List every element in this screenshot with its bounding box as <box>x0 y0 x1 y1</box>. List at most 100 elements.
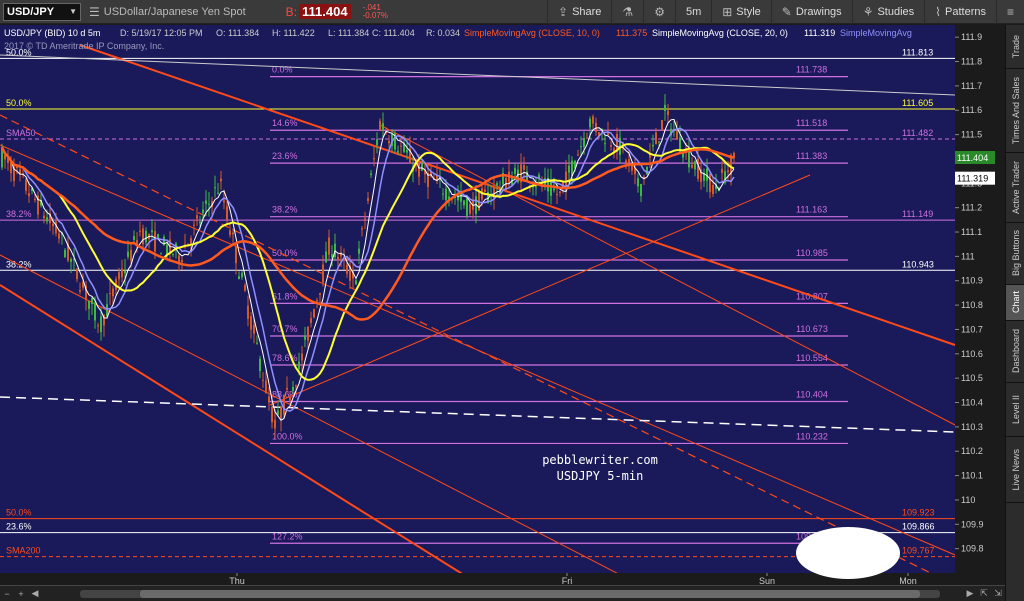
zoom-in-icon[interactable]: + <box>14 587 28 601</box>
candle-body <box>280 407 282 420</box>
menu-icon[interactable]: ☰ <box>89 5 100 19</box>
candle-body <box>322 264 324 283</box>
side-tab-times-and-sales[interactable]: Times And Sales <box>1006 69 1024 153</box>
sma20-value: 111.319 <box>804 28 835 38</box>
candle-body <box>628 159 630 163</box>
expand-icon[interactable]: ⇱ <box>977 587 991 601</box>
drawings-button[interactable]: ✎ Drawings <box>770 0 852 24</box>
candle-body <box>727 170 729 173</box>
candle-body <box>370 173 372 175</box>
candle-body <box>28 193 30 197</box>
candle-body <box>553 188 555 191</box>
price-tick-label: 109.9 <box>961 519 984 529</box>
price-chart-canvas[interactable]: 0.0% 111.73814.6% 111.51823.6% 111.38338.2%… <box>0 25 1005 585</box>
side-tab-dashboard[interactable]: Dashboard <box>1006 321 1024 383</box>
side-tab-trade[interactable]: Trade <box>1006 25 1024 69</box>
price-axis: 111.9111.8111.7111.6111.5111.4111.3111.2… <box>955 25 1005 585</box>
candle-body <box>484 189 486 193</box>
side-tab-label: Dashboard <box>1010 329 1021 374</box>
chart-toolbar: USD/JPY ▼ ☰ USDollar/Japanese Yen Spot B… <box>0 0 1024 24</box>
candle-body <box>199 221 201 224</box>
candle-body <box>91 297 93 305</box>
candle-body <box>220 178 222 182</box>
side-tab-big-buttons[interactable]: Big Buttons <box>1006 223 1024 285</box>
level-price-label: 109.767 <box>902 546 935 556</box>
candle-body <box>313 309 315 318</box>
price-tick-label: 111.7 <box>961 81 982 91</box>
candle-body <box>208 203 210 205</box>
side-tab-level-ii[interactable]: Level II <box>1006 383 1024 437</box>
sma-more-label: SimpleMovingAvg <box>840 28 912 38</box>
studies-button[interactable]: ⚘ Studies <box>851 0 924 24</box>
candle-body <box>568 165 570 173</box>
fib-percent-label: 70.7% <box>272 324 298 334</box>
bid-price: 111.404 <box>299 4 351 19</box>
level-price-label: 111.149 <box>902 209 933 219</box>
price-tick-label: 110 <box>961 495 975 505</box>
candle-body <box>469 204 471 214</box>
candle-body <box>376 139 378 146</box>
side-tab-label: Chart <box>1010 291 1021 314</box>
timeframe-button[interactable]: 5m <box>674 0 711 24</box>
candle-body <box>139 230 141 232</box>
candle-body <box>658 141 660 143</box>
price-tick-label: 110.9 <box>961 276 983 286</box>
candle-body <box>652 144 654 147</box>
candle-body <box>226 206 228 220</box>
fib-percent-label: 14.6% <box>272 118 298 128</box>
candle-body <box>319 293 321 295</box>
candle-body <box>130 249 132 261</box>
candle-body <box>70 258 72 262</box>
candle-body <box>214 187 216 189</box>
sma20-label: SimpleMovingAvg (CLOSE, 20, 0) <box>652 28 788 38</box>
candle-body <box>301 353 303 361</box>
scroll-right-icon[interactable]: ▶ <box>963 587 977 601</box>
candle-body <box>442 193 444 195</box>
candle-body <box>145 230 147 243</box>
candle-body <box>559 191 561 194</box>
candle-body <box>283 394 285 415</box>
flask-button[interactable]: ⚗ <box>611 0 643 24</box>
sma10-value: 111.375 <box>616 28 647 38</box>
candle-body <box>262 379 264 381</box>
side-tab-label: Live News <box>1010 448 1021 491</box>
level-price-label: 109.923 <box>902 508 935 518</box>
candle-body <box>421 162 423 171</box>
patterns-button[interactable]: ⌇ Patterns <box>924 0 996 24</box>
collapse-icon[interactable]: ⇲ <box>991 587 1005 601</box>
chart-menu-button[interactable]: ≡ <box>995 0 1024 24</box>
price-tick-label: 111 <box>961 251 975 261</box>
candle-body <box>583 138 585 147</box>
bid-label: B: <box>285 4 297 19</box>
candle-body <box>109 293 111 295</box>
symbol-selector[interactable]: USD/JPY ▼ <box>3 2 81 21</box>
side-tab-live-news[interactable]: Live News <box>1006 437 1024 503</box>
zoom-out-icon[interactable]: − <box>0 587 14 601</box>
candle-body <box>358 248 360 254</box>
candle-body <box>664 104 666 111</box>
candle-body <box>373 157 375 160</box>
candle-body <box>688 149 690 168</box>
price-chart[interactable]: 0.0% 111.738 14.6% 111.518 23.6% 111.383 38.2%… <box>0 25 1005 601</box>
candle-body <box>268 396 270 403</box>
share-button[interactable]: ⇪ Share <box>547 0 611 24</box>
candle-body <box>241 272 243 278</box>
candle-body <box>640 183 642 196</box>
settings-button[interactable]: ⚙ <box>643 0 675 24</box>
fib-percent-label: 38.2% <box>272 205 298 215</box>
side-tab-active-trader[interactable]: Active Trader <box>1006 153 1024 223</box>
candle-body <box>274 419 276 429</box>
scroll-left-icon[interactable]: ◀ <box>28 587 42 601</box>
candle-body <box>397 150 399 153</box>
fib-price-label: 111.383 <box>796 151 827 161</box>
level-price-label: 111.813 <box>902 47 933 57</box>
candle-body <box>205 200 207 204</box>
candle-body <box>295 385 297 387</box>
candle-body <box>118 272 120 280</box>
candle-body <box>646 167 648 175</box>
scroll-thumb[interactable] <box>140 590 920 598</box>
side-tab-chart[interactable]: Chart <box>1006 285 1024 321</box>
candle-body <box>52 223 54 227</box>
scroll-track[interactable] <box>80 590 940 598</box>
style-button[interactable]: ⊞ Style <box>711 0 771 24</box>
